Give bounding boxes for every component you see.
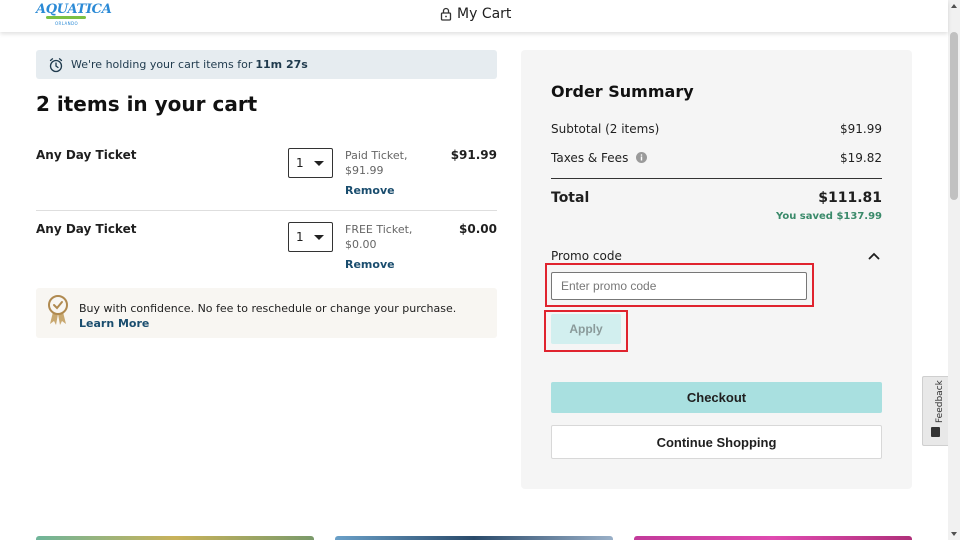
cart-item: Any Day Ticket 1 Paid Ticket, $91.99 Rem… (36, 146, 497, 206)
savings-text: You saved $137.99 (776, 211, 882, 222)
total-label: Total (551, 190, 590, 206)
promo-image-card[interactable] (36, 536, 314, 540)
scroll-down-arrow-icon[interactable] (951, 532, 957, 536)
scroll-thumb[interactable] (950, 32, 958, 200)
item-divider (36, 210, 497, 211)
aquatica-logo[interactable]: AQUATICA ORLANDO (36, 2, 112, 30)
award-badge-icon (48, 295, 68, 325)
confidence-text: Buy with confidence. No fee to reschedul… (79, 301, 489, 331)
alarm-clock-icon (49, 57, 63, 72)
confidence-banner: Buy with confidence. No fee to reschedul… (36, 288, 497, 338)
taxes-value: $19.82 (840, 151, 882, 165)
promo-image-card[interactable] (634, 536, 912, 540)
feedback-icon (931, 427, 940, 437)
order-summary-title: Order Summary (551, 82, 694, 101)
cart-hold-timer: We're holding your cart items for 11m 27… (36, 50, 497, 79)
ticket-description: FREE Ticket, $0.00 (345, 223, 413, 251)
timer-remaining: 11m 27s (255, 58, 308, 71)
cart-heading: 2 items in your cart (36, 92, 258, 116)
taxes-label: Taxes & Fees (551, 151, 629, 165)
feedback-tab[interactable]: Feedback (922, 376, 948, 446)
chevron-down-icon (314, 235, 324, 240)
chevron-up-icon[interactable] (868, 252, 880, 260)
ticket-description: Paid Ticket, $91.99 (345, 149, 408, 177)
lock-icon (440, 7, 452, 21)
quantity-select[interactable]: 1 (288, 148, 333, 178)
timer-text: We're holding your cart items for (71, 58, 253, 71)
page-title-text: My Cart (457, 6, 512, 22)
quantity-value: 1 (296, 230, 304, 244)
apply-button-highlight-box (544, 310, 628, 352)
page-scrollbar[interactable] (948, 0, 960, 540)
subtotal-row: Subtotal (2 items) $91.99 (551, 122, 882, 136)
quantity-select[interactable]: 1 (288, 222, 333, 252)
item-price: $91.99 (450, 148, 497, 162)
remove-link[interactable]: Remove (345, 184, 395, 197)
cart-item: Any Day Ticket 1 FREE Ticket, $0.00 Remo… (36, 220, 497, 280)
checkout-button[interactable]: Checkout (551, 382, 882, 413)
item-name: Any Day Ticket (36, 222, 137, 236)
item-name: Any Day Ticket (36, 148, 137, 162)
chevron-down-icon (314, 161, 324, 166)
promo-input-highlight-box (545, 263, 814, 307)
scroll-up-arrow-icon[interactable] (951, 4, 957, 8)
quantity-value: 1 (296, 156, 304, 170)
taxes-label-wrap: Taxes & Fees (551, 151, 648, 165)
learn-more-link[interactable]: Learn More (79, 317, 149, 330)
taxes-row: Taxes & Fees $19.82 (551, 151, 882, 165)
promo-code-label: Promo code (551, 249, 622, 263)
info-icon[interactable] (636, 152, 648, 163)
logo-text: AQUATICA (36, 2, 112, 17)
site-header: AQUATICA ORLANDO My Cart (0, 0, 948, 32)
total-value: $111.81 (818, 190, 882, 206)
logo-swoosh (46, 16, 86, 19)
summary-divider (551, 178, 882, 179)
confidence-message: Buy with confidence. No fee to reschedul… (79, 302, 457, 315)
promo-image-card[interactable] (335, 536, 613, 540)
total-row: Total $111.81 (551, 190, 882, 206)
page-title: My Cart (440, 6, 511, 22)
logo-subtext: ORLANDO (55, 21, 79, 26)
subtotal-label: Subtotal (2 items) (551, 122, 660, 136)
feedback-label: Feedback (935, 380, 945, 423)
item-price: $0.00 (459, 222, 497, 236)
remove-link[interactable]: Remove (345, 258, 395, 271)
subtotal-value: $91.99 (840, 122, 882, 136)
continue-shopping-button[interactable]: Continue Shopping (551, 425, 882, 459)
